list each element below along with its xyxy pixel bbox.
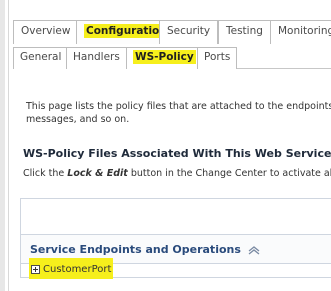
tab-label: Testing xyxy=(226,25,263,37)
subtab-general[interactable]: General xyxy=(13,47,69,69)
table-title[interactable]: Service Endpoints and Operations xyxy=(30,243,260,256)
row-highlight: CustomerPort xyxy=(29,258,114,279)
primary-tabbar: Overview Configuration Security Testing … xyxy=(13,20,331,44)
table-title-label: Service Endpoints and Operations xyxy=(30,243,241,256)
tab-overview[interactable]: Overview xyxy=(13,20,79,44)
change-center-note: Click the Lock & Edit button in the Chan… xyxy=(23,168,331,179)
row-label[interactable]: CustomerPort xyxy=(43,264,111,275)
subtab-label: WS-Policy xyxy=(133,50,196,64)
table-row[interactable]: CustomerPort xyxy=(29,258,114,279)
tab-label: Overview xyxy=(21,25,71,37)
tab-testing[interactable]: Testing xyxy=(218,20,271,44)
intro-line-1: This page lists the policy files that ar… xyxy=(26,101,331,112)
subtab-label: General xyxy=(20,51,62,63)
note-suffix: button in the Change Center to activate … xyxy=(127,168,331,179)
expand-icon[interactable] xyxy=(31,265,40,274)
subtab-label: Handlers xyxy=(73,51,120,63)
tab-security[interactable]: Security xyxy=(159,20,219,44)
intro-text: This page lists the policy files that ar… xyxy=(26,100,331,126)
subtab-label: Ports xyxy=(204,51,231,63)
secondary-tabbar: General Handlers WS-Policy Ports xyxy=(13,46,331,69)
lock-edit-label: Lock & Edit xyxy=(67,168,128,179)
tab-label: Monitoring xyxy=(278,25,331,37)
left-rule xyxy=(0,0,5,291)
tab-label: Configuration xyxy=(84,24,169,38)
note-prefix: Click the xyxy=(23,168,68,179)
subtab-ports[interactable]: Ports xyxy=(197,47,238,69)
collapse-icon[interactable] xyxy=(248,245,260,255)
section-title: WS-Policy Files Associated With This Web… xyxy=(23,147,331,160)
page: Overview Configuration Security Testing … xyxy=(0,0,331,291)
tab-monitoring[interactable]: Monitoring xyxy=(270,20,331,44)
tab-label: Security xyxy=(167,25,211,37)
subtab-ws-policy[interactable]: WS-Policy xyxy=(126,47,203,69)
intro-line-2: messages, and so on. xyxy=(26,114,130,125)
subtab-handlers[interactable]: Handlers xyxy=(66,47,127,69)
